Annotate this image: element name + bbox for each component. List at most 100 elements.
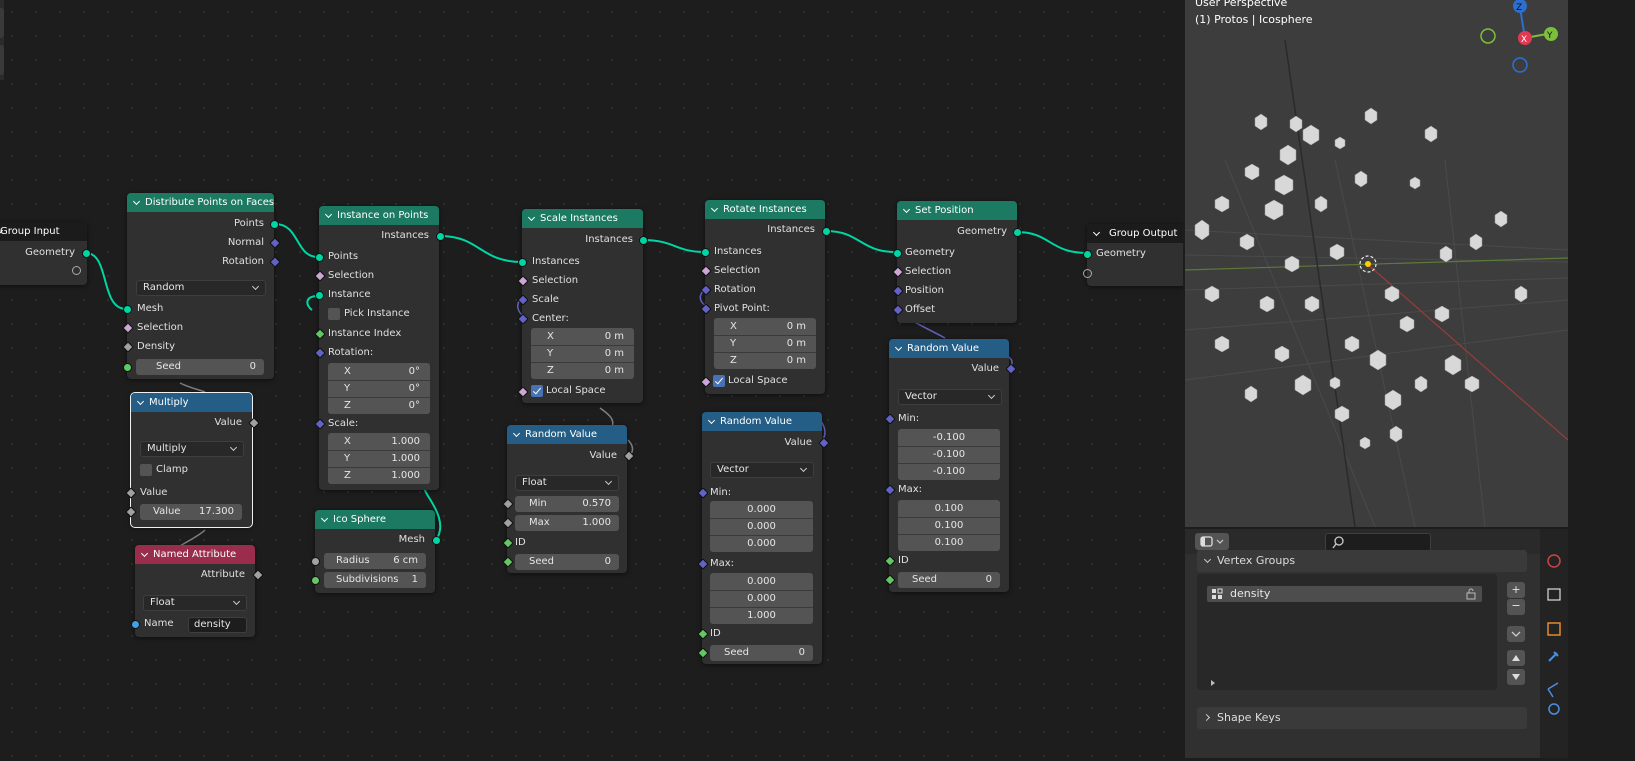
random-value-vector-node-1[interactable]: Random Value Value Vector Min: 0.000 0.0… <box>697 412 830 664</box>
ico-sphere-node[interactable]: Ico Sphere Mesh Radius 6 cm Subdivisions 1 <box>311 510 441 593</box>
points-output-socket[interactable] <box>270 220 279 229</box>
move-down-button[interactable] <box>1507 669 1525 685</box>
physics-tab-icon[interactable] <box>1548 703 1560 715</box>
rvv1-max-vector-field[interactable]: 0.000 0.000 1.000 <box>710 573 813 624</box>
rvv2-type-dropdown[interactable]: Vector <box>898 389 1002 405</box>
set-position-node[interactable]: Set Position Geometry Geometry Selection… <box>892 201 1022 323</box>
center-z[interactable]: Z 0 m <box>531 362 634 379</box>
sp-geometry-output-socket[interactable] <box>1013 228 1022 237</box>
rvv2-max-y[interactable]: 0.100 <box>898 517 1000 535</box>
distribute-seed-field[interactable]: Seed 0 <box>136 359 264 375</box>
instance-on-points-node[interactable]: Instance on Points Instances Points Sele… <box>314 206 445 490</box>
scale-z[interactable]: Z 1.000 <box>328 467 430 484</box>
geometry-output-socket[interactable] <box>82 249 91 258</box>
subdivisions-field[interactable]: Subdivisions 1 <box>324 572 426 588</box>
named-attribute-node[interactable]: Named Attribute Attribute Float Name den… <box>131 545 264 637</box>
multiply-header[interactable]: Multiply <box>131 393 252 412</box>
multiply-node[interactable]: Multiply Value Multiply Clamp Value Valu… <box>125 392 260 528</box>
shape-keys-panel-header[interactable]: Shape Keys <box>1197 707 1527 729</box>
scale-instances-header[interactable]: Scale Instances <box>522 209 643 228</box>
rvf-seed-field[interactable]: Seed 0 <box>515 554 619 570</box>
rvv2-max-vector-field[interactable]: 0.100 0.100 0.100 <box>898 500 1000 551</box>
rvv1-max-x[interactable]: 0.000 <box>710 573 813 591</box>
named-attribute-header[interactable]: Named Attribute <box>135 545 255 564</box>
rotation-x[interactable]: X 0° <box>328 363 430 381</box>
rotation-y[interactable]: Y 0° <box>328 380 430 398</box>
instances-output-socket[interactable] <box>436 232 445 241</box>
navigation-gizmo[interactable]: Z X Y <box>1475 0 1565 75</box>
gizmo-neg-y-ball[interactable] <box>1480 28 1496 44</box>
group-input-node[interactable]: Group Input Geometry <box>0 222 91 285</box>
rvv2-header[interactable]: Random Value <box>889 339 1009 358</box>
pivot-x[interactable]: X 0 m <box>714 318 816 336</box>
multiply-value-field[interactable]: Value 17.300 <box>140 504 242 520</box>
rvv1-header[interactable]: Random Value <box>702 412 822 431</box>
name-text-field[interactable]: density <box>188 617 247 633</box>
named-attribute-type-dropdown[interactable]: Float <box>143 595 247 611</box>
mesh-input-socket[interactable] <box>123 305 132 314</box>
wrench-modifier-icon[interactable] <box>1548 651 1559 662</box>
rvv2-min-x[interactable]: -0.100 <box>898 429 1000 447</box>
rotation-vector-field[interactable]: X 0° Y 0° Z 0° <box>328 363 430 414</box>
name-input-socket[interactable] <box>131 620 140 629</box>
rvf-max-field[interactable]: Max 1.000 <box>515 515 619 531</box>
distribute-mode-dropdown[interactable]: Random <box>136 280 266 296</box>
rvv1-min-y[interactable]: 0.000 <box>710 518 813 536</box>
random-value-float-node[interactable]: Random Value Value Float Min 0.570 Max 1.0… <box>502 425 635 573</box>
group-output-node[interactable]: Group Output Geometry <box>1083 224 1183 286</box>
points-input-socket[interactable] <box>315 253 324 262</box>
remove-vertex-group-button[interactable]: − <box>1507 599 1525 615</box>
rvf-min-field[interactable]: Min 0.570 <box>515 496 619 512</box>
instance-on-points-header[interactable]: Instance on Points <box>319 206 439 225</box>
clamp-checkbox[interactable] <box>140 464 152 476</box>
rvv1-max-z[interactable]: 1.000 <box>710 607 813 624</box>
rotation-z[interactable]: Z 0° <box>328 397 430 414</box>
multiply-operation-dropdown[interactable]: Multiply <box>140 441 244 457</box>
ri-instances-output-socket[interactable] <box>822 227 831 236</box>
object-tab-icon[interactable] <box>1547 622 1561 636</box>
si-instances-input-socket[interactable] <box>518 258 527 267</box>
node-editor[interactable]: Group Input Geometry Distribute Points o… <box>0 0 1183 758</box>
scale-y[interactable]: Y 1.000 <box>328 450 430 468</box>
gizmo-neg-z-ball[interactable] <box>1512 57 1528 73</box>
radius-field[interactable]: Radius 6 cm <box>324 553 426 569</box>
group-input-header[interactable]: Group Input <box>0 222 87 241</box>
world-tab-icon[interactable] <box>1547 554 1561 568</box>
center-vector-field[interactable]: X 0 m Y 0 m Z 0 m <box>531 328 634 379</box>
sp-geometry-input-socket[interactable] <box>893 249 902 258</box>
center-y[interactable]: Y 0 m <box>531 345 634 363</box>
local-space-checkbox[interactable] <box>531 385 543 397</box>
rvv1-seed-field[interactable]: Seed 0 <box>710 645 813 661</box>
ri-instances-input-socket[interactable] <box>701 248 710 257</box>
rvf-type-dropdown[interactable]: Float <box>515 475 619 491</box>
center-x[interactable]: X 0 m <box>531 328 634 346</box>
3d-viewport[interactable]: User Perspective (1) Protos | Icosphere … <box>1185 0 1568 527</box>
pivot-vector-field[interactable]: X 0 m Y 0 m Z 0 m <box>714 318 816 369</box>
particles-tab-icon[interactable] <box>1547 682 1559 698</box>
rvv1-type-dropdown[interactable]: Vector <box>710 462 814 478</box>
rvv1-min-z[interactable]: 0.000 <box>710 535 813 552</box>
scale-vector-field[interactable]: X 1.000 Y 1.000 Z 1.000 <box>328 433 430 484</box>
set-position-header[interactable]: Set Position <box>897 201 1017 220</box>
rotate-instances-header[interactable]: Rotate Instances <box>705 200 825 219</box>
rvv2-max-x[interactable]: 0.100 <box>898 500 1000 518</box>
scale-x[interactable]: X 1.000 <box>328 433 430 451</box>
vertex-group-specials-button[interactable] <box>1507 626 1525 642</box>
collection-tab-icon[interactable] <box>1547 588 1561 601</box>
si-instances-output-socket[interactable] <box>639 236 648 245</box>
rvv2-min-z[interactable]: -0.100 <box>898 463 1000 480</box>
rvv2-seed-field[interactable]: Seed 0 <box>898 572 1000 588</box>
ico-sphere-header[interactable]: Ico Sphere <box>315 510 435 529</box>
vertex-group-list[interactable]: density <box>1197 574 1497 690</box>
pivot-y[interactable]: Y 0 m <box>714 335 816 353</box>
rvv2-max-z[interactable]: 0.100 <box>898 534 1000 551</box>
ri-local-space-checkbox[interactable] <box>713 375 725 387</box>
add-vertex-group-button[interactable]: + <box>1507 582 1525 598</box>
rvv2-min-vector-field[interactable]: -0.100 -0.100 -0.100 <box>898 429 1000 480</box>
pivot-z[interactable]: Z 0 m <box>714 352 816 369</box>
editor-type-button[interactable] <box>1195 533 1229 550</box>
scale-instances-node[interactable]: Scale Instances Instances Instances Sele… <box>517 209 648 403</box>
lock-icon[interactable] <box>1464 587 1478 601</box>
seed-input-socket[interactable] <box>123 363 132 372</box>
subdivisions-input-socket[interactable] <box>311 576 320 585</box>
